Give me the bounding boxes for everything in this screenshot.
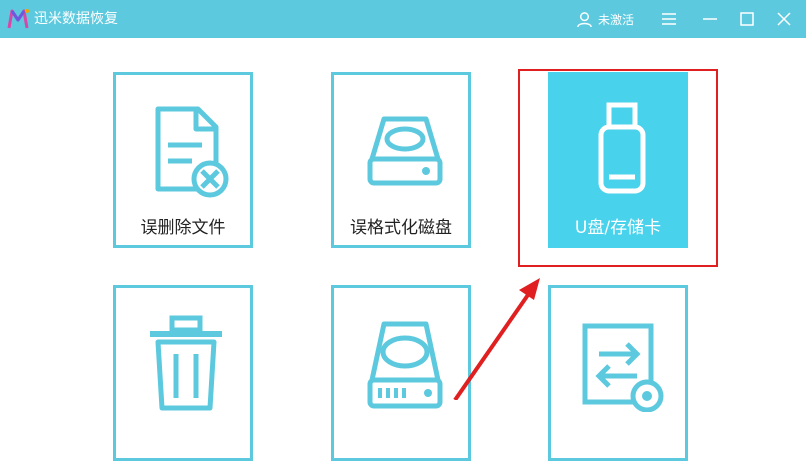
tile-label: 误删除文件 xyxy=(140,218,226,238)
user-account[interactable]: 未激活 xyxy=(576,9,634,29)
tile-deleted-files[interactable]: 误删除文件 xyxy=(113,72,253,248)
highlight-frame xyxy=(518,69,718,267)
maximize-icon xyxy=(740,12,754,26)
tile-transfer-settings[interactable] xyxy=(548,285,688,461)
tile-formatted-disk[interactable]: 误格式化磁盘 xyxy=(331,72,471,248)
user-icon xyxy=(577,11,592,27)
deleted-file-icon xyxy=(155,106,229,198)
minimize-button[interactable] xyxy=(698,8,722,30)
close-icon xyxy=(777,12,791,26)
minimize-icon xyxy=(703,18,717,20)
menu-button[interactable] xyxy=(657,8,681,30)
title-bar: 迅米数据恢复 未激活 xyxy=(0,0,806,38)
app-logo-icon xyxy=(7,9,29,29)
maximize-button[interactable] xyxy=(735,8,759,30)
tile-label: 误格式化磁盘 xyxy=(350,218,452,238)
activation-status[interactable]: 未激活 xyxy=(598,11,634,28)
menu-icon xyxy=(662,13,676,25)
formatted-disk-icon xyxy=(367,116,443,186)
tile-recycle-bin[interactable] xyxy=(113,285,253,461)
app-title: 迅米数据恢复 xyxy=(34,11,118,27)
transfer-settings-icon xyxy=(582,323,664,412)
hard-disk-icon xyxy=(367,321,443,409)
tile-hard-disk[interactable] xyxy=(331,285,471,461)
trash-bin-icon xyxy=(150,315,222,411)
close-button[interactable] xyxy=(772,8,796,30)
